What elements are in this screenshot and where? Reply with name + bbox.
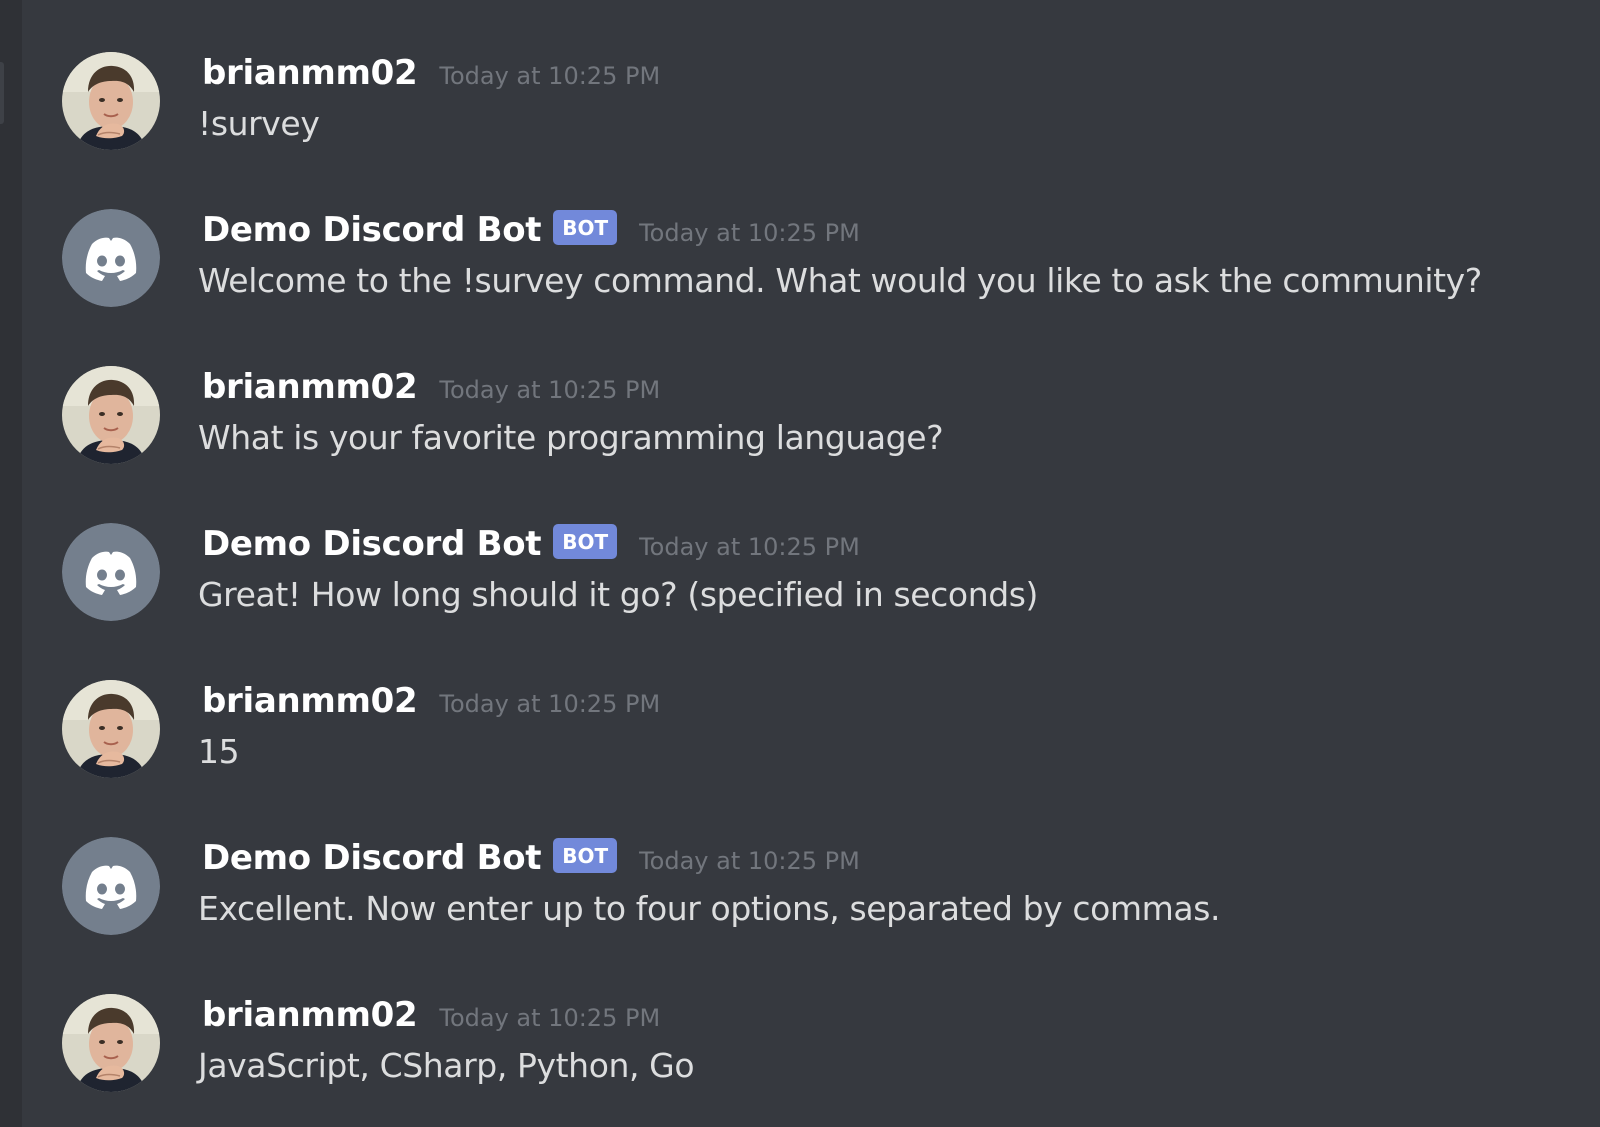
message-header: Demo Discord Bot BOT Today at 10:25 PM [202,207,860,253]
username[interactable]: brianmm02 [202,995,418,1035]
message-header: brianmm02 Today at 10:25 PM [202,364,660,410]
username[interactable]: brianmm02 [202,681,418,721]
discord-logo-icon [62,209,160,307]
user-avatar[interactable] [62,52,160,150]
discord-logo-icon [62,837,160,935]
message-content: What is your favorite programming langua… [198,418,944,457]
message-content: Welcome to the !survey command. What wou… [198,261,1482,300]
user-photo-avatar [62,994,160,1092]
message-content: Excellent. Now enter up to four options,… [198,889,1221,928]
user-avatar[interactable] [62,680,160,778]
bot-tag: BOT [553,523,618,559]
user-avatar[interactable] [62,366,160,464]
message-content: Great! How long should it go? (specified… [198,575,1039,614]
message-header: brianmm02 Today at 10:25 PM [202,678,660,724]
message-content: 15 [198,732,240,771]
message-timestamp[interactable]: Today at 10:25 PM [439,376,660,404]
message-list[interactable]: brianmm02 Today at 10:25 PM !survey Demo… [22,0,1600,1127]
message-header: Demo Discord Bot BOT Today at 10:25 PM [202,835,860,881]
bot-avatar[interactable] [62,523,160,621]
message-timestamp[interactable]: Today at 10:25 PM [439,690,660,718]
user-avatar[interactable] [62,994,160,1092]
username[interactable]: brianmm02 [202,367,418,407]
message-item[interactable]: brianmm02 Today at 10:25 PM What is your… [22,314,1600,474]
username[interactable]: Demo Discord Bot [202,838,542,878]
bot-avatar[interactable] [62,209,160,307]
message-item[interactable]: Demo Discord Bot BOT Today at 10:25 PM E… [22,785,1600,945]
server-sidebar-edge [0,0,22,1127]
user-photo-avatar [62,366,160,464]
discord-logo-icon [62,523,160,621]
message-item[interactable]: brianmm02 Today at 10:25 PM JavaScript, … [22,942,1600,1102]
message-timestamp[interactable]: Today at 10:25 PM [639,847,860,875]
message-content: JavaScript, CSharp, Python, Go [198,1046,695,1085]
message-item[interactable]: brianmm02 Today at 10:25 PM 15 [22,628,1600,788]
message-item[interactable]: Demo Discord Bot BOT Today at 10:25 PM W… [22,157,1600,317]
scroll-indicator [0,62,4,124]
user-photo-avatar [62,680,160,778]
user-photo-avatar [62,52,160,150]
message-timestamp[interactable]: Today at 10:25 PM [639,533,860,561]
username[interactable]: Demo Discord Bot [202,210,542,250]
message-item[interactable]: Demo Discord Bot BOT Today at 10:25 PM G… [22,471,1600,631]
username[interactable]: brianmm02 [202,53,418,93]
chat-window: brianmm02 Today at 10:25 PM !survey Demo… [0,0,1600,1127]
message-item[interactable]: brianmm02 Today at 10:25 PM !survey [22,0,1600,160]
message-content: !survey [198,104,320,143]
message-timestamp[interactable]: Today at 10:25 PM [439,1004,660,1032]
message-timestamp[interactable]: Today at 10:25 PM [639,219,860,247]
message-timestamp[interactable]: Today at 10:25 PM [439,62,660,90]
bot-tag: BOT [553,837,618,873]
username[interactable]: Demo Discord Bot [202,524,542,564]
message-header: brianmm02 Today at 10:25 PM [202,992,660,1038]
bot-tag: BOT [553,209,618,245]
bot-avatar[interactable] [62,837,160,935]
message-header: Demo Discord Bot BOT Today at 10:25 PM [202,521,860,567]
message-header: brianmm02 Today at 10:25 PM [202,50,660,96]
